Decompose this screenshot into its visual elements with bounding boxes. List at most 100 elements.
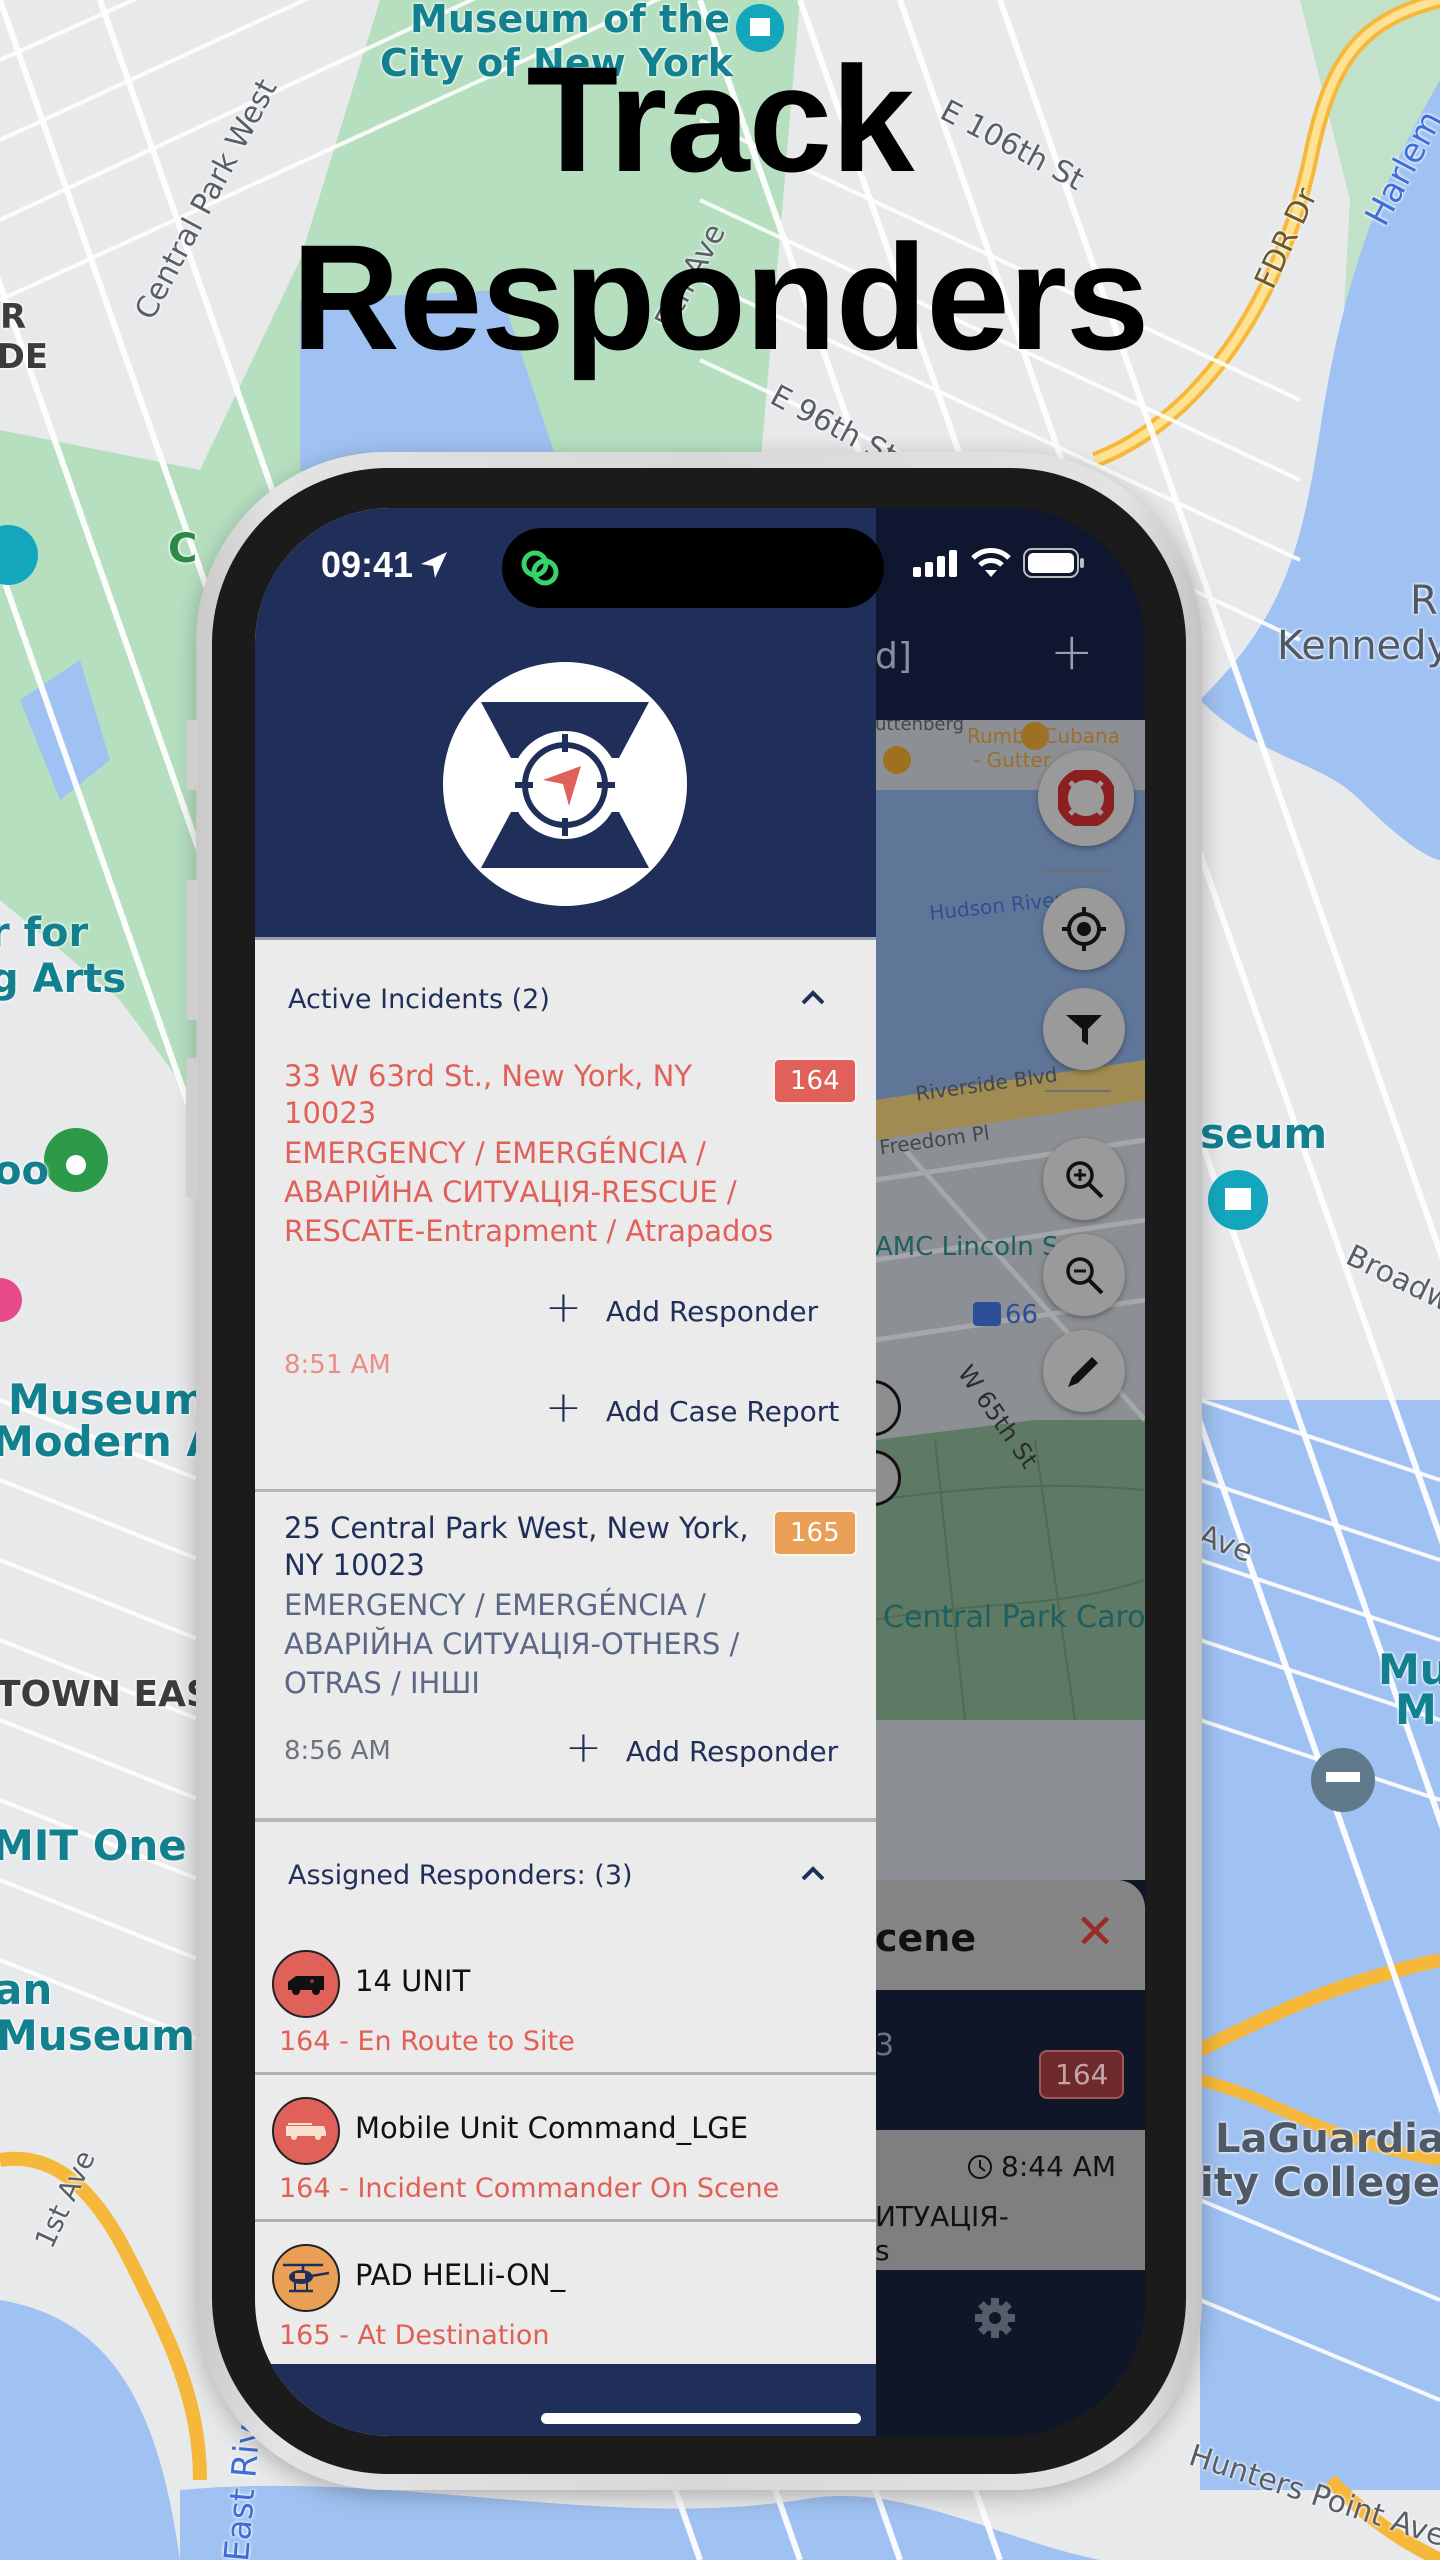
map-label: r for	[0, 910, 89, 956]
responder-name: Mobile Unit Command_LGE	[355, 2111, 749, 2145]
add-responder-button[interactable]: + Add Responder	[565, 1726, 839, 1770]
add-responder-button[interactable]: + Add Responder	[545, 1286, 819, 1330]
cellular-signal-icon	[913, 550, 957, 577]
incident-time: 8:51 AM	[284, 1350, 391, 1380]
scene-card[interactable]: 8:44 AM ИТУАЦІЯ- s	[875, 2130, 1145, 2270]
dynamic-island	[502, 528, 884, 608]
my-location-button[interactable]	[1043, 888, 1125, 970]
responder-item[interactable]: PAD HELIi-ON_ 165 - At Destination	[255, 2222, 876, 2369]
assigned-responders-title: Assigned Responders: (3)	[288, 1860, 633, 1891]
battery-icon	[1023, 548, 1084, 578]
incident-badge: 164	[1039, 2050, 1125, 2099]
map-label: Museum	[0, 2011, 195, 2060]
headline-line-1: Track	[526, 35, 915, 203]
incident-address: 25 Central Park West, New York, NY 10023	[284, 1511, 749, 1582]
filter-button[interactable]	[1043, 988, 1125, 1070]
ambulance-icon: *	[288, 1976, 324, 1995]
location-arrow-icon	[421, 552, 448, 578]
map-label: M	[1395, 1685, 1437, 1734]
incident-item[interactable]: 25 Central Park West, New York, NY 10023…	[255, 1510, 876, 1822]
plus-icon: +	[545, 1382, 582, 1433]
app-title-fragment: d]	[875, 636, 912, 677]
map-label: oo	[0, 1148, 49, 1194]
map-label: Kennedy	[1277, 623, 1440, 669]
fire-truck-icon	[286, 2123, 326, 2140]
sos-button[interactable]	[1038, 750, 1134, 846]
responder-avatar	[272, 2097, 340, 2165]
incident-time: 8:56 AM	[284, 1736, 391, 1766]
settings-gear-icon[interactable]	[973, 2296, 1017, 2340]
map-label: g Arts	[0, 956, 127, 1002]
chevron-up-icon[interactable]	[800, 1864, 826, 1882]
add-button[interactable]: +	[1050, 626, 1094, 678]
scene-incident-bar: 3 164	[875, 1990, 1145, 2130]
headline: Track Responders	[0, 30, 1440, 386]
plus-icon: +	[545, 1282, 582, 1333]
scene-fragment: 3	[875, 2028, 895, 2063]
zoom-out-button[interactable]	[1043, 1234, 1125, 1316]
pencil-icon	[1068, 1357, 1098, 1387]
phone-side-button	[186, 880, 198, 1020]
responder-status: 165 - At Destination	[279, 2320, 550, 2351]
edit-button[interactable]	[1043, 1330, 1125, 1412]
zoo-pin-icon	[44, 1128, 108, 1192]
status-bar: 09:41	[255, 508, 1145, 618]
control-separator	[1045, 1090, 1111, 1092]
responder-item[interactable]: Mobile Unit Command_LGE 164 - Incident C…	[255, 2075, 876, 2222]
phone-screen: d] + uttenberg Rumba Cubana - Gutter Hud…	[255, 508, 1145, 2436]
zoom-out-icon	[1066, 1257, 1104, 1295]
responder-name: 14 UNIT	[355, 1964, 471, 1998]
drawer-footer	[255, 2364, 876, 2436]
responder-item[interactable]: * 14 UNIT 164 - En Route to Site	[255, 1928, 876, 2075]
map-label: ity College	[1200, 2160, 1440, 2206]
map-label: 66	[1005, 1300, 1039, 1330]
link-rings-icon	[521, 550, 559, 586]
incident-badge: 164	[773, 1058, 857, 1104]
map-label: Museum	[8, 1375, 207, 1424]
scene-card-time: 8:44 AM	[967, 2150, 1116, 2183]
map-label: an	[0, 1965, 53, 2014]
zoom-in-icon	[1066, 1161, 1104, 1199]
responder-avatar: *	[272, 1950, 340, 2018]
add-responder-label: Add Responder	[605, 1294, 819, 1328]
map-label: Rumba Cubana	[967, 724, 1120, 748]
control-separator	[1045, 870, 1111, 872]
responder-status: 164 - En Route to Site	[279, 2026, 575, 2057]
active-incidents-title: Active Incidents (2)	[288, 984, 550, 1015]
map-label: R	[1410, 578, 1438, 624]
add-case-report-button[interactable]: + Add Case Report	[545, 1386, 840, 1430]
assigned-responders-header[interactable]: Assigned Responders: (3)	[255, 1836, 876, 1916]
svg-text:*: *	[310, 1978, 315, 1989]
helicopter-icon	[283, 2263, 330, 2293]
close-icon[interactable]: ✕	[1075, 1908, 1115, 1956]
scene-panel: cene ✕	[875, 1880, 1145, 1990]
wifi-icon	[971, 548, 1011, 577]
map-label: C	[168, 526, 198, 572]
add-responder-label: Add Responder	[625, 1734, 839, 1768]
app-logo	[443, 662, 687, 906]
map-label: - Gutter	[973, 748, 1051, 772]
headline-line-2: Responders	[291, 213, 1150, 381]
scene-card-text: s	[875, 2234, 890, 2267]
clock-icon	[968, 2154, 992, 2179]
responder-status: 164 - Incident Commander On Scene	[279, 2173, 780, 2204]
incident-address: 33 W 63rd St., New York, NY 10023	[284, 1059, 693, 1130]
chevron-up-icon[interactable]	[800, 988, 826, 1006]
incident-type: EMERGENCY / EMERGÉNCIA / АВАРІЙНА СИТУАЦ…	[284, 1136, 774, 1248]
phone-side-button	[186, 720, 198, 790]
map-label: Central Park Carou	[883, 1600, 1145, 1635]
map-view-dimmed: d] + uttenberg Rumba Cubana - Gutter Hud…	[875, 508, 1145, 2436]
add-case-report-label: Add Case Report	[605, 1394, 840, 1428]
incident-item[interactable]: 33 W 63rd St., New York, NY 10023 164 EM…	[255, 1058, 876, 1492]
active-incidents-header[interactable]: Active Incidents (2)	[255, 960, 876, 1040]
scene-card-text: ИТУАЦІЯ-	[875, 2200, 1009, 2233]
college-pin-icon	[1311, 1748, 1375, 1812]
incident-badge: 165	[773, 1510, 857, 1556]
responder-name: PAD HELIi-ON_	[355, 2258, 566, 2292]
zoom-in-button[interactable]	[1043, 1138, 1125, 1220]
map-canvas[interactable]: uttenberg Rumba Cubana - Gutter Hudson R…	[875, 720, 1145, 1880]
scene-card-time-text: 8:44 AM	[1001, 2150, 1117, 2183]
plus-icon: +	[565, 1722, 602, 1773]
responder-avatar	[272, 2244, 340, 2312]
home-indicator	[541, 2413, 861, 2424]
